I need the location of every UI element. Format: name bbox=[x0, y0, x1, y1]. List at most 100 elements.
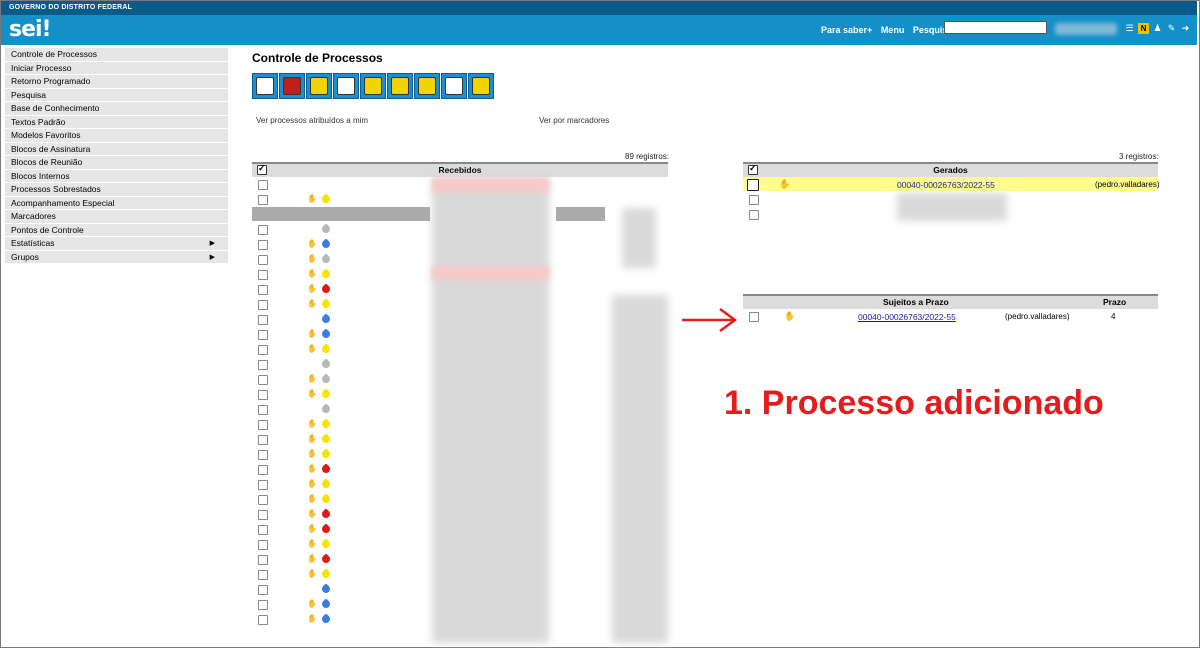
received-header-label: Recebidos bbox=[438, 165, 482, 175]
assign-icon[interactable] bbox=[306, 73, 332, 99]
sidebar-item[interactable]: Blocos de Assinatura bbox=[5, 142, 228, 156]
news-icon[interactable]: N bbox=[1138, 23, 1149, 34]
received-row-checkbox[interactable] bbox=[258, 555, 268, 565]
received-row-checkbox[interactable] bbox=[258, 300, 268, 310]
received-row-checkbox[interactable] bbox=[258, 330, 268, 340]
unread-row-red-2 bbox=[432, 266, 549, 280]
select-all-generated[interactable] bbox=[748, 163, 758, 175]
generated-row-1-checkbox[interactable] bbox=[747, 179, 759, 191]
user-name-redacted bbox=[1055, 23, 1117, 35]
hand-annotation-icon: ✋ bbox=[307, 419, 317, 428]
received-row-checkbox[interactable] bbox=[258, 615, 268, 625]
received-row-checkbox[interactable] bbox=[258, 285, 268, 295]
annotation-text: 1. Processo adicionado bbox=[724, 384, 1104, 422]
received-row-checkbox[interactable] bbox=[258, 390, 268, 400]
received-row-checkbox[interactable] bbox=[258, 480, 268, 490]
header-links: Para saber+ Menu Pesquisa bbox=[821, 25, 958, 35]
received-row-checkbox[interactable] bbox=[258, 420, 268, 430]
link-para-saber[interactable]: Para saber+ bbox=[821, 25, 872, 35]
received-row-checkbox[interactable] bbox=[258, 435, 268, 445]
deadline-row-checkbox[interactable] bbox=[749, 312, 759, 322]
books-icon[interactable] bbox=[333, 73, 359, 99]
map-icon-glyph bbox=[391, 77, 409, 95]
list-icon[interactable]: ☰ bbox=[1124, 23, 1135, 34]
received-row-checkbox[interactable] bbox=[258, 600, 268, 610]
sidebar-item[interactable]: Controle de Processos bbox=[5, 48, 228, 62]
sidebar-item[interactable]: Acompanhamento Especial bbox=[5, 196, 228, 210]
sidebar-item[interactable]: Grupos ▶ bbox=[5, 250, 228, 264]
link-assigned-to-me[interactable]: Ver processos atribuídos a mim bbox=[256, 116, 368, 125]
received-row-checkbox[interactable] bbox=[258, 255, 268, 265]
received-users-redacted bbox=[612, 295, 668, 643]
generated-row-3-checkbox[interactable] bbox=[749, 210, 759, 220]
sidebar-item[interactable]: Blocos Internos bbox=[5, 169, 228, 183]
hand-annotation-icon: ✋ bbox=[307, 614, 317, 623]
tag-icon[interactable] bbox=[468, 73, 494, 99]
note-icon-glyph bbox=[418, 77, 436, 95]
hand-annotation-icon: ✋ bbox=[307, 389, 317, 398]
app-header: sei! Para saber+ Menu Pesquisa ☰ N ♟ ✎ ➜ bbox=[1, 15, 1197, 45]
pause-icon[interactable] bbox=[360, 73, 386, 99]
received-row-checkbox[interactable] bbox=[258, 450, 268, 460]
received-row-checkbox[interactable] bbox=[258, 540, 268, 550]
header-icons: ☰ N ♟ ✎ ➜ bbox=[1124, 23, 1191, 34]
hand-annotation-icon: ✋ bbox=[307, 284, 317, 293]
sidebar-item-label: Marcadores bbox=[11, 211, 56, 221]
sidebar-item[interactable]: Blocos de Reunião bbox=[5, 156, 228, 170]
pause-icon-glyph bbox=[364, 77, 382, 95]
received-row-checkbox[interactable] bbox=[258, 570, 268, 580]
send-process-icon[interactable] bbox=[252, 73, 278, 99]
hand-annotation-icon: ✋ bbox=[307, 374, 317, 383]
note-icon[interactable] bbox=[414, 73, 440, 99]
new-document-icon[interactable] bbox=[441, 73, 467, 99]
received-row-checkbox[interactable] bbox=[258, 240, 268, 250]
received-row-checkbox[interactable] bbox=[258, 495, 268, 505]
received-row-checkbox[interactable] bbox=[258, 225, 268, 235]
received-row-checkbox[interactable] bbox=[258, 465, 268, 475]
user-icon[interactable]: ♟ bbox=[1152, 23, 1163, 34]
tools-icon[interactable]: ✎ bbox=[1166, 23, 1177, 34]
sei-logo[interactable]: sei! bbox=[9, 17, 52, 42]
search-input[interactable] bbox=[944, 21, 1047, 34]
generated-row-1-process[interactable]: 00040-00026763/2022-55 bbox=[897, 180, 995, 190]
deadline-header-subjects: Sujeitos a Prazo bbox=[883, 297, 949, 307]
sidebar-item[interactable]: Textos Padrão bbox=[5, 115, 228, 129]
sidebar-item[interactable]: Pesquisa bbox=[5, 88, 228, 102]
select-all-received[interactable] bbox=[257, 163, 267, 175]
hand-annotation-icon: ✋ bbox=[307, 299, 317, 308]
selected-row-highlight-2 bbox=[556, 207, 605, 221]
received-row-checkbox[interactable] bbox=[258, 405, 268, 415]
link-menu[interactable]: Menu bbox=[881, 25, 905, 35]
hand-annotation-icon: ✋ bbox=[307, 434, 317, 443]
sidebar-item[interactable]: Retorno Programado bbox=[5, 75, 228, 89]
received-row-checkbox[interactable] bbox=[258, 375, 268, 385]
received-row-checkbox[interactable] bbox=[258, 585, 268, 595]
generated-row-2-checkbox[interactable] bbox=[749, 195, 759, 205]
hand-annotation-icon: ✋ bbox=[307, 509, 317, 518]
sidebar-item[interactable]: Processos Sobrestados bbox=[5, 183, 228, 197]
sidebar-item[interactable]: Iniciar Processo bbox=[5, 61, 228, 75]
link-by-markers[interactable]: Ver por marcadores bbox=[539, 116, 609, 125]
received-row-checkbox[interactable] bbox=[258, 180, 268, 190]
sidebar-item[interactable]: Pontos de Controle bbox=[5, 223, 228, 237]
received-row-checkbox[interactable] bbox=[258, 195, 268, 205]
map-icon[interactable] bbox=[387, 73, 413, 99]
hand-annotation-icon-2: ✋ bbox=[784, 311, 796, 321]
sidebar-item[interactable]: Modelos Favoritos bbox=[5, 129, 228, 143]
sidebar-item[interactable]: Marcadores bbox=[5, 210, 228, 224]
received-row-checkbox[interactable] bbox=[258, 360, 268, 370]
sidebar-item[interactable]: Estatísticas ▶ bbox=[5, 237, 228, 251]
received-row-checkbox[interactable] bbox=[258, 270, 268, 280]
users-icon[interactable] bbox=[279, 73, 305, 99]
hand-annotation-icon: ✋ bbox=[307, 479, 317, 488]
sidebar-item-label: Retorno Programado bbox=[11, 76, 91, 86]
sidebar-item-label: Grupos bbox=[11, 251, 39, 262]
received-row-checkbox[interactable] bbox=[258, 525, 268, 535]
received-row-checkbox[interactable] bbox=[258, 315, 268, 325]
sidebar-item-label: Controle de Processos bbox=[11, 49, 97, 59]
exit-icon[interactable]: ➜ bbox=[1180, 23, 1191, 34]
received-row-checkbox[interactable] bbox=[258, 510, 268, 520]
received-row-checkbox[interactable] bbox=[258, 345, 268, 355]
deadline-row-process[interactable]: 00040-00026763/2022-55 bbox=[858, 312, 956, 322]
sidebar-item[interactable]: Base de Conhecimento bbox=[5, 102, 228, 116]
